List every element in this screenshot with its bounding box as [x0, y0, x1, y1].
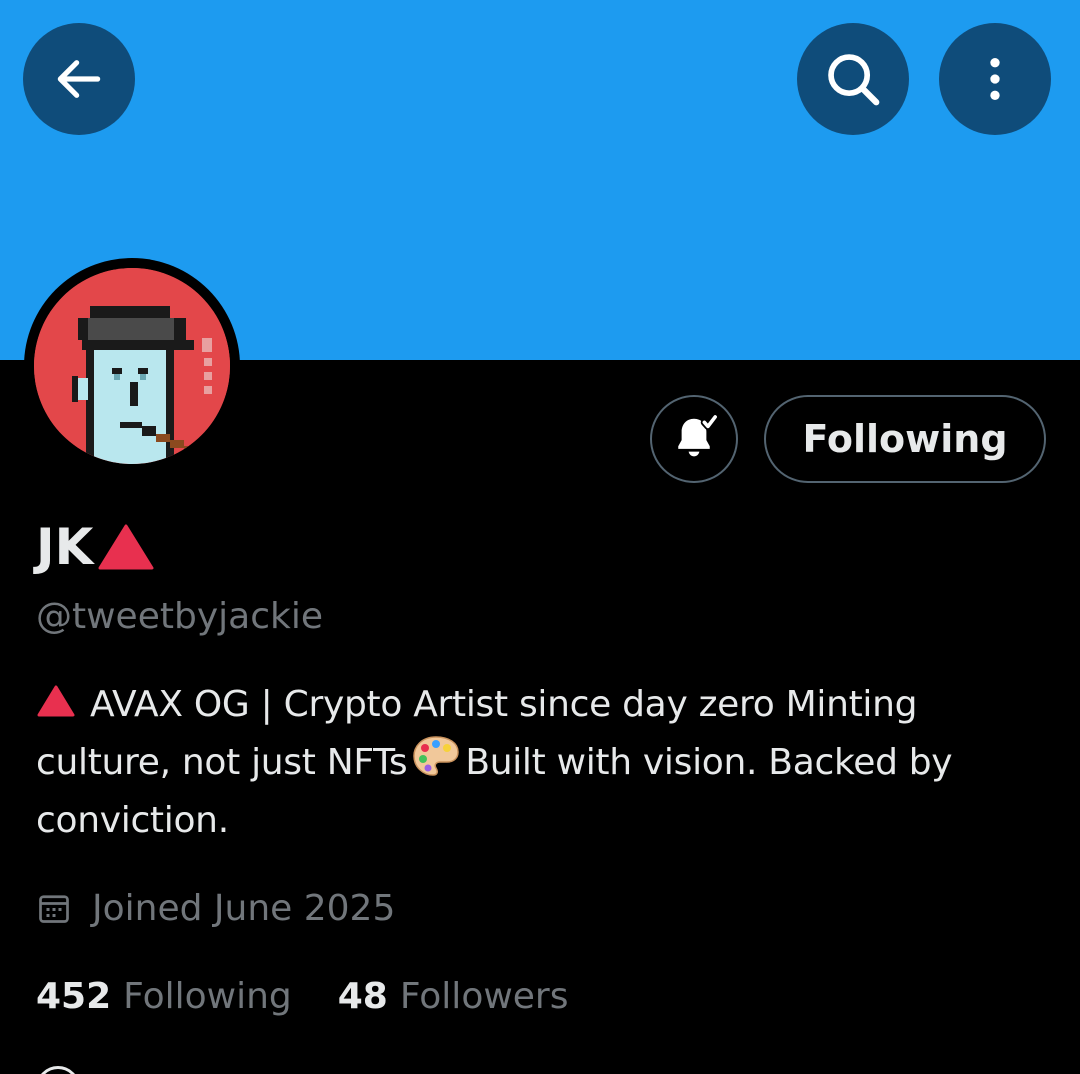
following-stat[interactable]: 452 Following	[36, 976, 292, 1017]
red-triangle-icon	[37, 685, 75, 717]
profile-bio: AVAX OG | Crypto Artist since day zero M…	[36, 676, 1046, 850]
followers-label: Followers	[399, 975, 569, 1017]
search-icon	[828, 54, 880, 106]
joined-text: Joined June 2025	[92, 887, 396, 929]
display-name-row: JK	[36, 512, 155, 582]
pixel-punk-avatar	[34, 268, 230, 464]
more-vertical-icon	[990, 58, 1000, 100]
avatar[interactable]	[24, 258, 240, 474]
search-button[interactable]	[797, 23, 909, 135]
followers-stat[interactable]: 48 Followers	[338, 976, 569, 1017]
joined-date: Joined June 2025	[36, 880, 395, 936]
user-handle: @tweetbyjackie	[36, 596, 323, 637]
arrow-left-icon	[57, 60, 101, 98]
profile-stats: 452 Following 48 Followers	[36, 968, 615, 1024]
following-count: 452	[36, 975, 112, 1017]
profile-page: Following JK @tweetbyjackie AVAX OG | Cr…	[0, 0, 1080, 1074]
calendar-icon	[39, 895, 69, 923]
back-button[interactable]	[23, 23, 135, 135]
red-triangle-icon	[98, 524, 154, 570]
bell-check-icon	[678, 413, 719, 457]
more-options-button[interactable]	[939, 23, 1051, 135]
notifications-button[interactable]	[650, 395, 738, 483]
display-name: JK	[36, 518, 94, 576]
palette-icon	[413, 736, 460, 776]
following-label: Following	[123, 975, 292, 1017]
followers-count: 48	[337, 975, 388, 1017]
following-button[interactable]: Following	[764, 395, 1046, 483]
followed-by-avatar	[36, 1066, 80, 1074]
